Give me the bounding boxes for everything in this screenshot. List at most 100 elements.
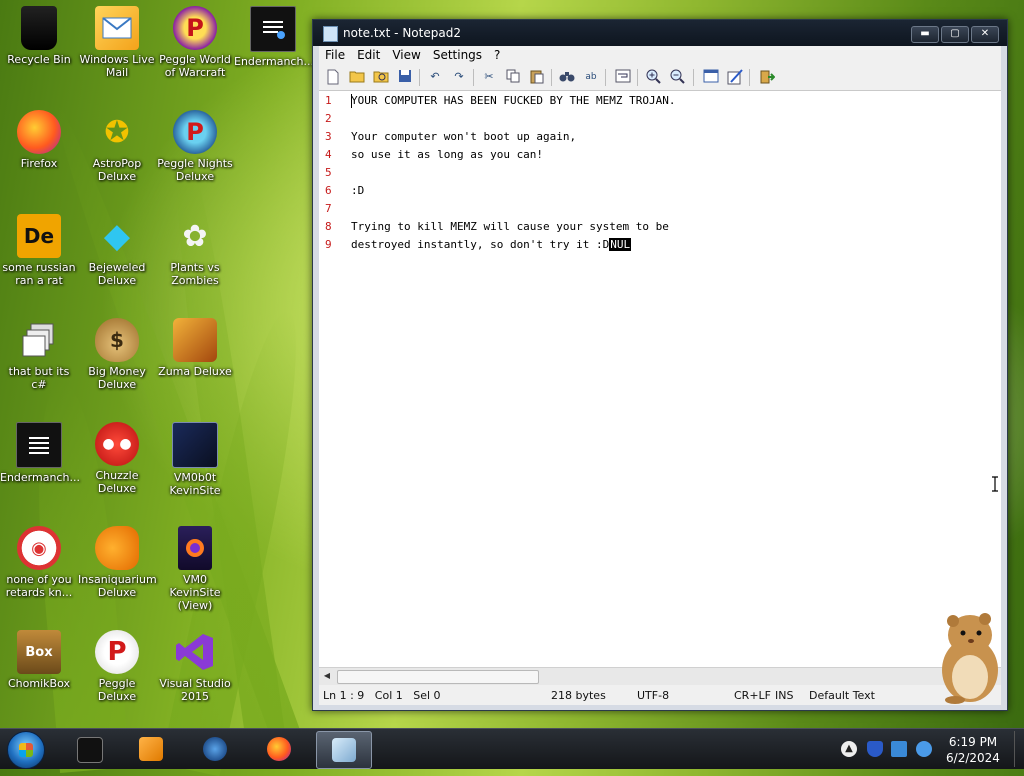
find-icon[interactable] [559,69,575,85]
zoom-in-icon[interactable] [645,69,661,85]
desktop-icon-label: Bejeweled Deluxe [88,261,146,287]
title-bar[interactable]: note.txt - Notepad2 ▬ ▢ ✕ [313,20,1007,46]
volume-icon[interactable] [916,741,932,757]
desktop-icon-peggle-deluxe[interactable]: P Peggle Deluxe [78,630,156,703]
scroll-left-icon[interactable]: ◀ [321,670,333,682]
desktop-icon-peggle-wow[interactable]: P Peggle World of Warcraft [156,6,234,79]
maximize-button[interactable]: ▢ [941,26,969,43]
desktop-icon-label: none of you retards kn... [5,573,73,599]
show-desktop-button[interactable] [1014,731,1023,767]
line-text: destroyed instantly, so don't try it :D [351,238,610,251]
security-shield-icon[interactable] [867,741,883,757]
desktop-icon-label: that but its c# [8,365,70,391]
desktop-icon-label: AstroPop Deluxe [92,157,142,183]
desktop-icon-plants-vs-zombies[interactable]: ✿ Plants vs Zombies [156,214,234,287]
close-button[interactable]: ✕ [971,26,999,43]
undo-icon[interactable]: ↶ [427,69,443,85]
system-clock[interactable]: 6:19 PM 6/2/2024 [936,734,1010,766]
menu-view[interactable]: View [386,46,426,64]
ibeam-cursor-icon [992,476,998,492]
horizontal-scrollbar[interactable]: ◀ [319,667,1001,685]
open-folder-icon[interactable] [349,69,365,85]
windows-stack-icon [17,318,61,362]
desktop-icon-label: VM0 KevinSite (View) [169,573,221,612]
menu-settings[interactable]: Settings [427,46,488,64]
desktop-icon-peggle-nights[interactable]: P Peggle Nights Deluxe [156,110,234,183]
exit-icon[interactable] [759,69,776,85]
word-wrap-icon[interactable] [615,69,631,85]
desktop-icon-insaniquarium[interactable]: Insaniquarium Deluxe [78,526,157,599]
desktop-icon-vm0b0t[interactable]: VM0b0t KevinSite [156,422,234,497]
status-eol[interactable]: CR+LF [734,689,771,702]
start-button[interactable] [7,731,45,769]
desktop-icon-label: Plants vs Zombies [170,261,220,287]
status-encoding[interactable]: UTF-8 [637,689,669,702]
zuma-icon [173,318,217,362]
show-hidden-icons-icon[interactable]: ▲ [841,741,857,757]
desktop-icon-windows-live-mail[interactable]: Windows Live Mail [78,6,156,79]
toolbar-separator [693,69,694,86]
taskbar-app-media-player[interactable] [124,731,178,767]
firefox-file-icon [178,526,212,570]
desktop-icon-label: ChomikBox [8,677,70,690]
status-scheme[interactable]: Default Text [809,689,875,702]
desktop-icon-big-money[interactable]: $ Big Money Deluxe [78,318,156,391]
menu-help[interactable]: ? [488,46,506,64]
desktop-icon-endermanch-2[interactable]: Endermanch... [0,422,80,484]
desktop-icon-chuzzle[interactable]: ● ● Chuzzle Deluxe [78,422,156,495]
redo-icon[interactable]: ↷ [451,69,467,85]
desktop-icon-visual-studio[interactable]: Visual Studio 2015 [156,630,234,703]
new-file-icon[interactable] [325,69,341,85]
line-text: :D [351,184,365,197]
taskbar-app-notepad2[interactable] [316,731,372,769]
toolbar-separator [551,69,552,86]
status-mode[interactable]: INS [775,689,793,702]
line-number: 3 [325,130,332,143]
desktop-icon-bejeweled[interactable]: ◆ Bejeweled Deluxe [78,214,156,288]
text-editor[interactable]: 1 YOUR COMPUTER HAS BEEN FUCKED BY THE ME… [319,91,1001,667]
desktop-icon-firefox[interactable]: Firefox [0,110,78,170]
scheme-icon[interactable] [703,69,719,85]
dino-icon: ◉ [17,526,61,570]
desktop-icon-label: some russian ran a rat [2,261,76,287]
window-title: note.txt - Notepad2 [343,26,461,40]
desktop-icon-none-of-you[interactable]: ◉ none of you retards kn... [0,526,78,599]
line-text: YOUR COMPUTER HAS BEEN FUCKED BY THE MEM… [351,94,676,107]
browse-icon[interactable] [373,69,389,85]
desktop-icon-vm0-kevinsite-view[interactable]: VM0 KevinSite (View) [156,526,234,612]
desktop-icon-astropop[interactable]: ✪ AstroPop Deluxe [78,110,156,183]
network-monitor-icon[interactable] [891,741,907,757]
copy-icon[interactable] [505,69,521,85]
taskbar-app-network[interactable] [188,731,242,767]
desktop-icon-zuma[interactable]: Zuma Deluxe [156,318,234,378]
hamster-pet[interactable] [925,605,1005,705]
line-text: so use it as long as you can! [351,148,544,161]
line-text-last: destroyed instantly, so don't try it :DN… [351,236,632,254]
terminal-icon [250,6,296,52]
visual-studio-icon [173,630,217,674]
line-number: 1 [325,94,332,107]
notepad2-window[interactable]: note.txt - Notepad2 ▬ ▢ ✕ File Edit View Se… [312,19,1008,711]
line-number: 8 [325,220,332,233]
desktop-icon-recycle-bin[interactable]: Recycle Bin [0,6,78,66]
minimize-button[interactable]: ▬ [911,26,939,43]
scrollbar-thumb[interactable] [337,670,539,684]
taskbar-app-terminal[interactable] [62,731,116,767]
cut-icon[interactable]: ✂ [481,69,497,85]
taskbar-app-firefox[interactable] [252,731,306,767]
menu-file[interactable]: File [319,46,351,64]
desktop-icon-that-but-its-c[interactable]: that but its c# [0,318,78,391]
desktop-icon-chomikbox[interactable]: Box ChomikBox [0,630,78,690]
save-icon[interactable] [397,69,413,85]
zoom-out-icon[interactable] [669,69,685,85]
money-bag-icon: $ [95,318,139,362]
chomikbox-icon: Box [17,630,61,674]
replace-icon[interactable]: ab [583,69,599,85]
menu-edit[interactable]: Edit [351,46,386,64]
desktop-icon-endermanch[interactable]: Endermanch... [234,6,314,68]
de-icon: De [17,214,61,258]
desktop-icon-some-russian[interactable]: De some russian ran a rat [0,214,78,287]
desktop-icon-label: Endermanch... [234,55,314,68]
customize-scheme-icon[interactable] [727,69,743,85]
paste-icon[interactable] [529,69,545,85]
